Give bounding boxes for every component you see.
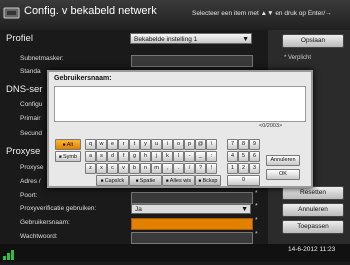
label-gebruikersnaam: Gebruikersnaam: bbox=[20, 219, 70, 226]
dialog-ok-button[interactable]: OK bbox=[266, 169, 300, 180]
profile-select-value: Bekabelde instelling 1 bbox=[134, 36, 198, 43]
key[interactable]: v bbox=[118, 163, 129, 174]
label-wachtwoord: Wachtwoord: bbox=[20, 233, 58, 240]
field-poort[interactable] bbox=[131, 192, 253, 204]
chevron-down-icon: ▼ bbox=[241, 206, 248, 213]
label-primair: Primair bbox=[20, 115, 41, 122]
key-mode-symb[interactable]: ■ Symb bbox=[55, 151, 81, 162]
key-numpad[interactable]: 7 bbox=[227, 139, 238, 150]
field-wachtwoord[interactable] bbox=[131, 232, 253, 244]
profile-select[interactable]: Bekabelde instelling 1 ▼ bbox=[130, 33, 252, 44]
label-secundair: Secund bbox=[20, 130, 43, 137]
label-standaard: Standa bbox=[20, 68, 41, 75]
key-numpad[interactable]: 1 bbox=[227, 163, 238, 174]
required-star: * bbox=[255, 231, 258, 238]
key-numpad[interactable]: 0 bbox=[227, 175, 260, 186]
key[interactable]: ! bbox=[206, 163, 217, 174]
key-numpad[interactable]: 6 bbox=[249, 151, 260, 162]
key[interactable]: _ bbox=[195, 151, 206, 162]
key-capslock[interactable]: ■ Capslck bbox=[96, 175, 129, 186]
key-clear-all[interactable]: ■ Alles wis bbox=[162, 175, 195, 186]
key[interactable]: c bbox=[107, 163, 118, 174]
label-poort: Poort: bbox=[20, 192, 38, 199]
character-counter: <0/2003> bbox=[259, 123, 283, 129]
key-numpad[interactable]: 9 bbox=[249, 139, 260, 150]
key[interactable]: r bbox=[118, 139, 129, 150]
cancel-button[interactable]: Annuleren bbox=[282, 203, 344, 217]
key[interactable]: u bbox=[151, 139, 162, 150]
label-proxyverificatie: Proxyverificatie gebruiken: bbox=[20, 205, 97, 212]
key-numpad[interactable]: 3 bbox=[249, 163, 260, 174]
field-gebruikersnaam[interactable] bbox=[131, 218, 253, 230]
page-title: Config. v bekabeld netwerk bbox=[24, 5, 157, 17]
required-star: * bbox=[255, 217, 258, 224]
date-time: 14-6-2012 11:23 bbox=[288, 246, 336, 253]
key[interactable]: l bbox=[173, 151, 184, 162]
key[interactable]: t bbox=[129, 139, 140, 150]
key[interactable]: o bbox=[173, 139, 184, 150]
key[interactable]: p bbox=[184, 139, 195, 150]
key[interactable]: k bbox=[162, 151, 173, 162]
key[interactable]: , bbox=[162, 163, 173, 174]
label-subnetmasker: Subnetmasker: bbox=[20, 55, 64, 62]
key-numpad[interactable]: 4 bbox=[227, 151, 238, 162]
required-star: * bbox=[255, 190, 258, 197]
key[interactable]: ? bbox=[195, 163, 206, 174]
key-mode-alt[interactable]: ■ Alt bbox=[55, 139, 81, 150]
key[interactable]: d bbox=[107, 151, 118, 162]
key-numpad[interactable]: 5 bbox=[238, 151, 249, 162]
key[interactable]: z bbox=[85, 163, 96, 174]
navigation-hint: Selecteer een item met ▲▼ en druk op Ent… bbox=[192, 10, 332, 17]
network-status-icon bbox=[3, 247, 15, 265]
section-dns: DNS-ser bbox=[6, 84, 43, 95]
key-numpad[interactable]: 8 bbox=[238, 139, 249, 150]
dialog-title: Gebruikersnaam: bbox=[54, 75, 112, 82]
key[interactable]: h bbox=[140, 151, 151, 162]
key[interactable]: w bbox=[96, 139, 107, 150]
key-numpad[interactable]: 2 bbox=[238, 163, 249, 174]
save-button[interactable]: Opslaan bbox=[282, 34, 344, 48]
reset-button[interactable]: Resetten bbox=[282, 186, 344, 200]
label-adres: Adres / bbox=[20, 178, 41, 185]
proxy-auth-value: Ja bbox=[135, 206, 142, 213]
username-input[interactable] bbox=[54, 86, 306, 122]
key[interactable]: / bbox=[184, 163, 195, 174]
label-configu: Configu bbox=[20, 101, 43, 108]
key-backspace[interactable]: ■ Bcksp bbox=[195, 175, 221, 186]
network-settings-icon bbox=[3, 6, 20, 20]
key[interactable]: a bbox=[85, 151, 96, 162]
required-star: * bbox=[255, 203, 258, 210]
required-note: * Verplicht bbox=[284, 55, 312, 61]
key[interactable]: . bbox=[173, 163, 184, 174]
proxy-auth-select[interactable]: Ja ▼ bbox=[131, 204, 251, 214]
key[interactable]: : bbox=[206, 151, 217, 162]
key-space[interactable]: ■ Spatie bbox=[129, 175, 162, 186]
key[interactable]: s bbox=[96, 151, 107, 162]
key[interactable]: - bbox=[184, 151, 195, 162]
field-subnetmasker[interactable] bbox=[131, 55, 253, 67]
key[interactable]: m bbox=[151, 163, 162, 174]
key[interactable]: e bbox=[107, 139, 118, 150]
label-proxyserver: Proxyse bbox=[20, 164, 44, 171]
key[interactable]: \ bbox=[206, 139, 217, 150]
key[interactable]: y bbox=[140, 139, 151, 150]
dialog-cancel-button[interactable]: Annuleren bbox=[266, 155, 300, 166]
section-profiel: Profiel bbox=[6, 33, 33, 44]
key[interactable]: i bbox=[162, 139, 173, 150]
key[interactable]: x bbox=[96, 163, 107, 174]
onscreen-keyboard: ■ Alt ■ Symb q w e r t y u i o p @ \ a s… bbox=[55, 135, 310, 186]
key[interactable]: b bbox=[129, 163, 140, 174]
key[interactable]: @ bbox=[195, 139, 206, 150]
apply-button[interactable]: Toepassen bbox=[282, 220, 344, 234]
chevron-down-icon: ▼ bbox=[242, 36, 249, 43]
key[interactable]: g bbox=[129, 151, 140, 162]
key[interactable]: j bbox=[151, 151, 162, 162]
key[interactable]: q bbox=[85, 139, 96, 150]
keyboard-dialog: Gebruikersnaam: <0/2003> ■ Alt ■ Symb q … bbox=[47, 70, 313, 188]
key[interactable]: n bbox=[140, 163, 151, 174]
key[interactable]: f bbox=[118, 151, 129, 162]
section-proxy: Proxyse bbox=[6, 146, 41, 157]
